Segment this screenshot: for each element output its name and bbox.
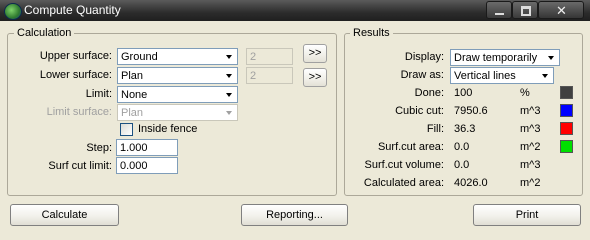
lower-surface-number-value: 2 [250, 70, 257, 82]
surf-cut-limit-label: Surf cut limit: [48, 160, 112, 172]
lower-surface-more-button[interactable]: >> [303, 68, 327, 87]
lower-surface-label: Lower surface: [39, 69, 112, 81]
chevron-down-icon[interactable] [223, 50, 236, 63]
chevron-down-icon[interactable] [223, 69, 236, 82]
result-unit: m^2 [520, 141, 541, 153]
result-value: 0.0 [454, 159, 470, 171]
result-label: Done: [414, 87, 444, 99]
limit-surface-select: Plan [117, 104, 238, 121]
result-label: Cubic cut: [395, 105, 444, 117]
limit-surface-value: Plan [121, 107, 144, 119]
title-bar[interactable]: Compute Quantity ✕ [0, 0, 590, 21]
fill-color-swatch[interactable] [560, 122, 573, 135]
close-icon: ✕ [556, 3, 567, 18]
step-label: Step: [86, 142, 112, 154]
calculate-button[interactable]: Calculate [10, 204, 119, 226]
limit-label: Limit: [85, 88, 112, 100]
cubic-cut-color-swatch[interactable] [560, 104, 573, 117]
display-value: Draw temporarily [454, 52, 538, 64]
result-unit: m^3 [520, 159, 541, 171]
chevron-down-icon [223, 106, 236, 119]
upper-surface-number: 2 [246, 48, 293, 65]
calculation-group-title: Calculation [14, 27, 75, 39]
result-value: 0.0 [454, 141, 470, 153]
draw-as-label: Draw as: [400, 69, 444, 81]
lower-surface-value: Plan [121, 70, 144, 82]
result-unit: m^3 [520, 105, 541, 117]
maximize-button[interactable] [512, 1, 538, 19]
result-unit: m^2 [520, 177, 541, 189]
surf-cut-area-color-swatch[interactable] [560, 140, 573, 153]
minimize-icon [495, 13, 504, 15]
upper-surface-value: Ground [121, 51, 158, 63]
compute-quantity-window: Compute Quantity ✕ Calculation Upper sur… [0, 0, 590, 238]
limit-surface-label: Limit surface: [46, 106, 112, 118]
display-select[interactable]: Draw temporarily [450, 49, 560, 66]
upper-surface-number-value: 2 [250, 51, 257, 63]
inside-fence-checkbox[interactable] [120, 123, 133, 136]
chevron-down-icon[interactable] [539, 69, 552, 82]
upper-surface-more-button[interactable]: >> [303, 44, 327, 63]
result-unit: m^3 [520, 123, 541, 135]
result-label: Fill: [426, 123, 444, 135]
app-icon [4, 3, 22, 20]
result-value: 4026.0 [454, 177, 488, 189]
upper-surface-label: Upper surface: [39, 50, 112, 62]
chevron-down-icon[interactable] [223, 88, 236, 101]
result-value: 36.3 [454, 123, 476, 135]
print-button[interactable]: Print [473, 204, 581, 226]
draw-as-value: Vertical lines [454, 70, 516, 82]
minimize-button[interactable] [486, 1, 512, 19]
limit-value: None [121, 89, 148, 101]
window-title: Compute Quantity [24, 3, 121, 17]
step-value: 1.000 [120, 142, 148, 154]
reporting-button[interactable]: Reporting... [241, 204, 348, 226]
done-color-swatch[interactable] [560, 86, 573, 99]
surf-cut-limit-input[interactable]: 0.000 [116, 157, 178, 174]
maximize-icon [521, 6, 531, 16]
upper-surface-select[interactable]: Ground [117, 48, 238, 65]
close-button[interactable]: ✕ [538, 1, 584, 19]
result-value: 100 [454, 87, 473, 99]
result-value: 7950.6 [454, 105, 488, 117]
lower-surface-select[interactable]: Plan [117, 67, 238, 84]
results-group-title: Results [350, 27, 393, 39]
result-unit: % [520, 87, 530, 99]
display-label: Display: [404, 51, 444, 63]
result-label: Surf.cut volume: [364, 159, 444, 171]
draw-as-select[interactable]: Vertical lines [450, 67, 554, 84]
inside-fence-label[interactable]: Inside fence [138, 122, 197, 136]
chevron-down-icon[interactable] [545, 51, 558, 64]
result-label: Surf.cut area: [377, 141, 444, 153]
lower-surface-number: 2 [246, 67, 293, 84]
step-input[interactable]: 1.000 [116, 139, 178, 156]
limit-select[interactable]: None [117, 86, 238, 103]
surf-cut-limit-value: 0.000 [120, 160, 148, 172]
result-label: Calculated area: [363, 177, 444, 189]
